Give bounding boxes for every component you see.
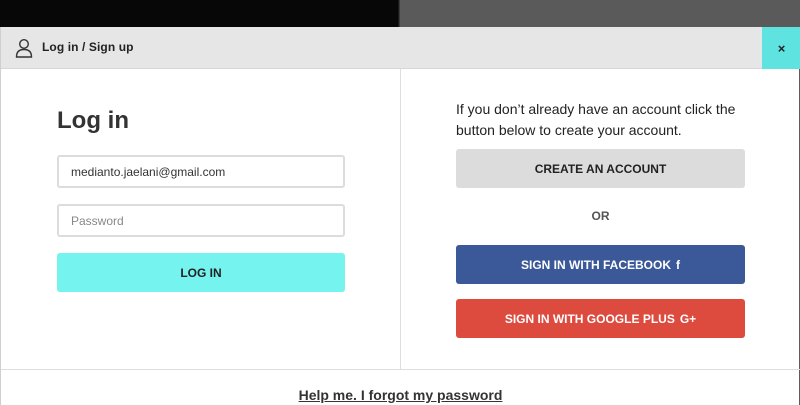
- or-separator: OR: [591, 209, 610, 223]
- facebook-signin-label: SIGN IN WITH FACEBOOK: [521, 257, 671, 272]
- google-signin-label: SIGN IN WITH GOOGLE PLUS: [504, 311, 675, 326]
- footer-divider: [1, 369, 800, 370]
- signup-description: If you don’t already have an account cli…: [456, 101, 736, 138]
- create-account-label: CREATE AN ACCOUNT: [534, 161, 667, 176]
- modal-title: Log in / Sign up: [42, 40, 134, 54]
- create-account-button[interactable]: CREATE AN ACCOUNT: [456, 149, 745, 188]
- backdrop-right: [400, 0, 800, 27]
- login-heading: Log in: [57, 107, 129, 134]
- password-field[interactable]: [57, 204, 345, 237]
- backdrop-left: [0, 0, 398, 27]
- close-icon: ×: [777, 40, 786, 56]
- google-plus-icon: G+: [679, 311, 697, 326]
- close-button[interactable]: ×: [762, 27, 800, 69]
- modal-header: Log in / Sign up ×: [1, 27, 800, 69]
- email-field[interactable]: [57, 155, 345, 188]
- facebook-icon: f: [676, 257, 680, 272]
- user-icon: [15, 38, 33, 58]
- login-button-label: LOG IN: [180, 265, 222, 280]
- login-button[interactable]: LOG IN: [57, 253, 345, 292]
- facebook-signin-button[interactable]: SIGN IN WITH FACEBOOK f: [456, 245, 745, 284]
- auth-modal: Log in / Sign up × Log in LOG IN If you …: [0, 27, 800, 405]
- forgot-password-link[interactable]: Help me. I forgot my password: [1, 387, 800, 403]
- column-divider: [400, 69, 401, 369]
- google-signin-button[interactable]: SIGN IN WITH GOOGLE PLUS G+: [456, 299, 745, 338]
